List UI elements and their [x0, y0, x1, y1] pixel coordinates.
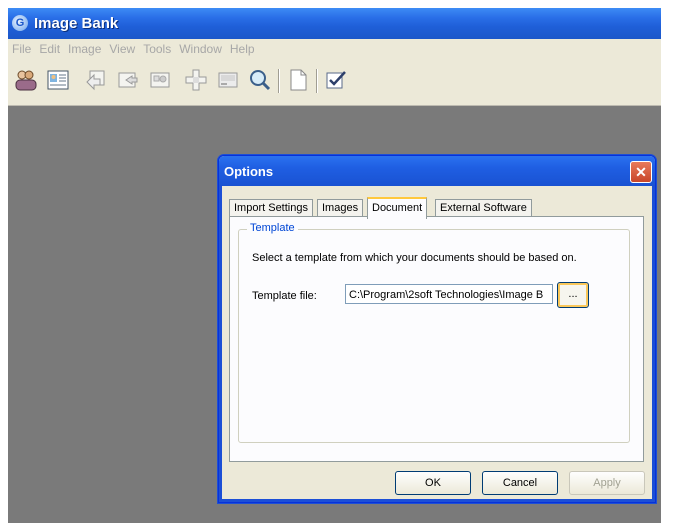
options-check-icon[interactable]	[322, 66, 350, 94]
import-icon[interactable]	[82, 66, 110, 94]
template-group-title: Template	[247, 222, 298, 234]
template-groupbox: Template Select a template from which yo…	[238, 222, 630, 443]
photo-icon[interactable]	[146, 66, 174, 94]
tab-external-software[interactable]: External Software	[435, 199, 532, 217]
cancel-button[interactable]: Cancel	[482, 471, 558, 495]
export-icon[interactable]	[114, 66, 142, 94]
image-bank-logo-icon: G	[12, 15, 28, 31]
image-details-icon[interactable]	[44, 66, 72, 94]
close-icon[interactable]: ✕	[630, 161, 652, 183]
toolbar-separator	[278, 69, 280, 93]
apply-button[interactable]: Apply	[569, 471, 645, 495]
search-icon[interactable]	[246, 66, 274, 94]
template-file-label: Template file:	[252, 290, 317, 302]
title-bar: G Image Bank	[8, 8, 661, 39]
dialog-title-bar: Options ✕	[219, 156, 655, 186]
browse-button[interactable]: ...	[557, 282, 589, 308]
tab-images[interactable]: Images	[317, 199, 364, 217]
menu-view[interactable]: View	[105, 39, 139, 56]
menu-image[interactable]: Image	[64, 39, 105, 56]
template-file-input[interactable]: C:\Program\2soft Technologies\Image B	[345, 284, 553, 304]
document-icon[interactable]	[284, 66, 312, 94]
users-icon[interactable]	[12, 66, 40, 94]
dialog-title: Options	[224, 164, 274, 179]
menu-edit[interactable]: Edit	[35, 39, 64, 56]
toolbar	[8, 61, 661, 106]
template-description: Select a template from which your docume…	[252, 252, 577, 264]
move-icon[interactable]	[182, 66, 210, 94]
dialog-border	[219, 186, 222, 502]
menu-tools[interactable]: Tools	[139, 39, 175, 56]
options-dialog: Options ✕ Import Settings Images Documen…	[218, 155, 656, 503]
menu-help[interactable]: Help	[226, 39, 259, 56]
tab-document[interactable]: Document	[367, 197, 428, 219]
menu-file[interactable]: File	[8, 39, 35, 56]
menu-bar: File Edit Image View Tools Window Help	[8, 39, 661, 61]
tab-panel-document: Template Select a template from which yo…	[229, 216, 644, 462]
ok-button[interactable]: OK	[395, 471, 471, 495]
menu-window[interactable]: Window	[175, 39, 226, 56]
window-title: Image Bank	[34, 15, 119, 32]
toolbar-separator	[316, 69, 318, 93]
display-icon[interactable]	[214, 66, 242, 94]
dialog-border	[652, 186, 655, 502]
tab-import-settings[interactable]: Import Settings	[229, 199, 313, 217]
dialog-border	[219, 499, 655, 502]
